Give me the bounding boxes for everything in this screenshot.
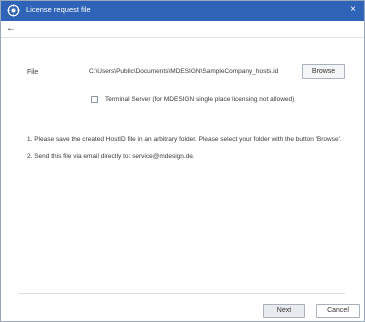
file-label: File [27, 69, 39, 76]
footer-divider [19, 293, 345, 294]
close-icon[interactable]: × [346, 2, 360, 18]
instruction-step-2: 2. Send this file via email directly to:… [27, 153, 195, 160]
file-path-field[interactable]: C:\Users\Public\Documents\MDESIGN\Sample… [89, 66, 301, 78]
instruction-step-1: 1. Please save the created HostID file i… [27, 136, 342, 143]
next-button[interactable]: Next [263, 304, 305, 318]
window-title: License request file [26, 5, 91, 14]
cancel-button[interactable]: Cancel [316, 304, 360, 318]
navigation-bar: ← [1, 21, 364, 38]
back-arrow-icon[interactable]: ← [6, 21, 20, 37]
license-request-window: License request file × ← File C:\Users\P… [0, 0, 365, 322]
title-bar: License request file × [1, 1, 364, 21]
terminal-server-checkbox[interactable] [91, 96, 98, 103]
browse-button[interactable]: Browse [302, 64, 345, 79]
terminal-server-label: Terminal Server (for MDESIGN single plac… [105, 96, 295, 103]
gear-icon [7, 4, 20, 17]
